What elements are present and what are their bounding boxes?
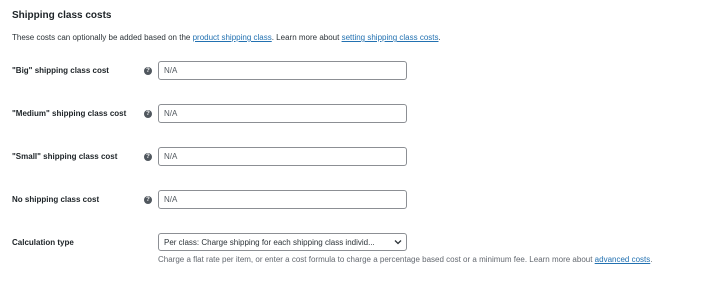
calculation-type-label: Calculation type	[12, 238, 74, 247]
help-icon[interactable]: ?	[144, 110, 152, 118]
section-title: Shipping class costs	[12, 10, 112, 21]
medium-class-cost-label: "Medium" shipping class cost	[12, 109, 127, 118]
help-icon[interactable]: ?	[144, 196, 152, 204]
help-icon[interactable]: ?	[144, 153, 152, 161]
section-description: These costs can optionally be added base…	[12, 33, 441, 42]
big-class-cost-input[interactable]	[158, 61, 407, 80]
calculation-type-value: Per class: Charge shipping for each ship…	[164, 237, 375, 247]
description-text: .	[438, 33, 441, 42]
medium-class-cost-input[interactable]	[158, 104, 407, 123]
chevron-down-icon	[393, 238, 402, 247]
help-icon[interactable]: ?	[144, 67, 152, 75]
description-text: These costs can optionally be added base…	[12, 33, 193, 42]
small-class-cost-input[interactable]	[158, 147, 407, 166]
no-class-cost-label: No shipping class cost	[12, 195, 100, 204]
advanced-costs-link[interactable]: advanced costs	[595, 255, 651, 264]
setting-shipping-class-costs-link[interactable]: setting shipping class costs	[342, 33, 439, 42]
no-class-cost-input[interactable]	[158, 190, 407, 209]
description-text: .	[650, 255, 653, 264]
product-shipping-class-link[interactable]: product shipping class	[193, 33, 272, 42]
calculation-type-select[interactable]: Per class: Charge shipping for each ship…	[158, 233, 407, 251]
big-class-cost-label: "Big" shipping class cost	[12, 66, 109, 75]
small-class-cost-label: "Small" shipping class cost	[12, 152, 118, 161]
description-text: . Learn more about	[271, 33, 342, 42]
calculation-type-description: Charge a flat rate per item, or enter a …	[158, 255, 653, 264]
description-text: Charge a flat rate per item, or enter a …	[158, 255, 595, 264]
